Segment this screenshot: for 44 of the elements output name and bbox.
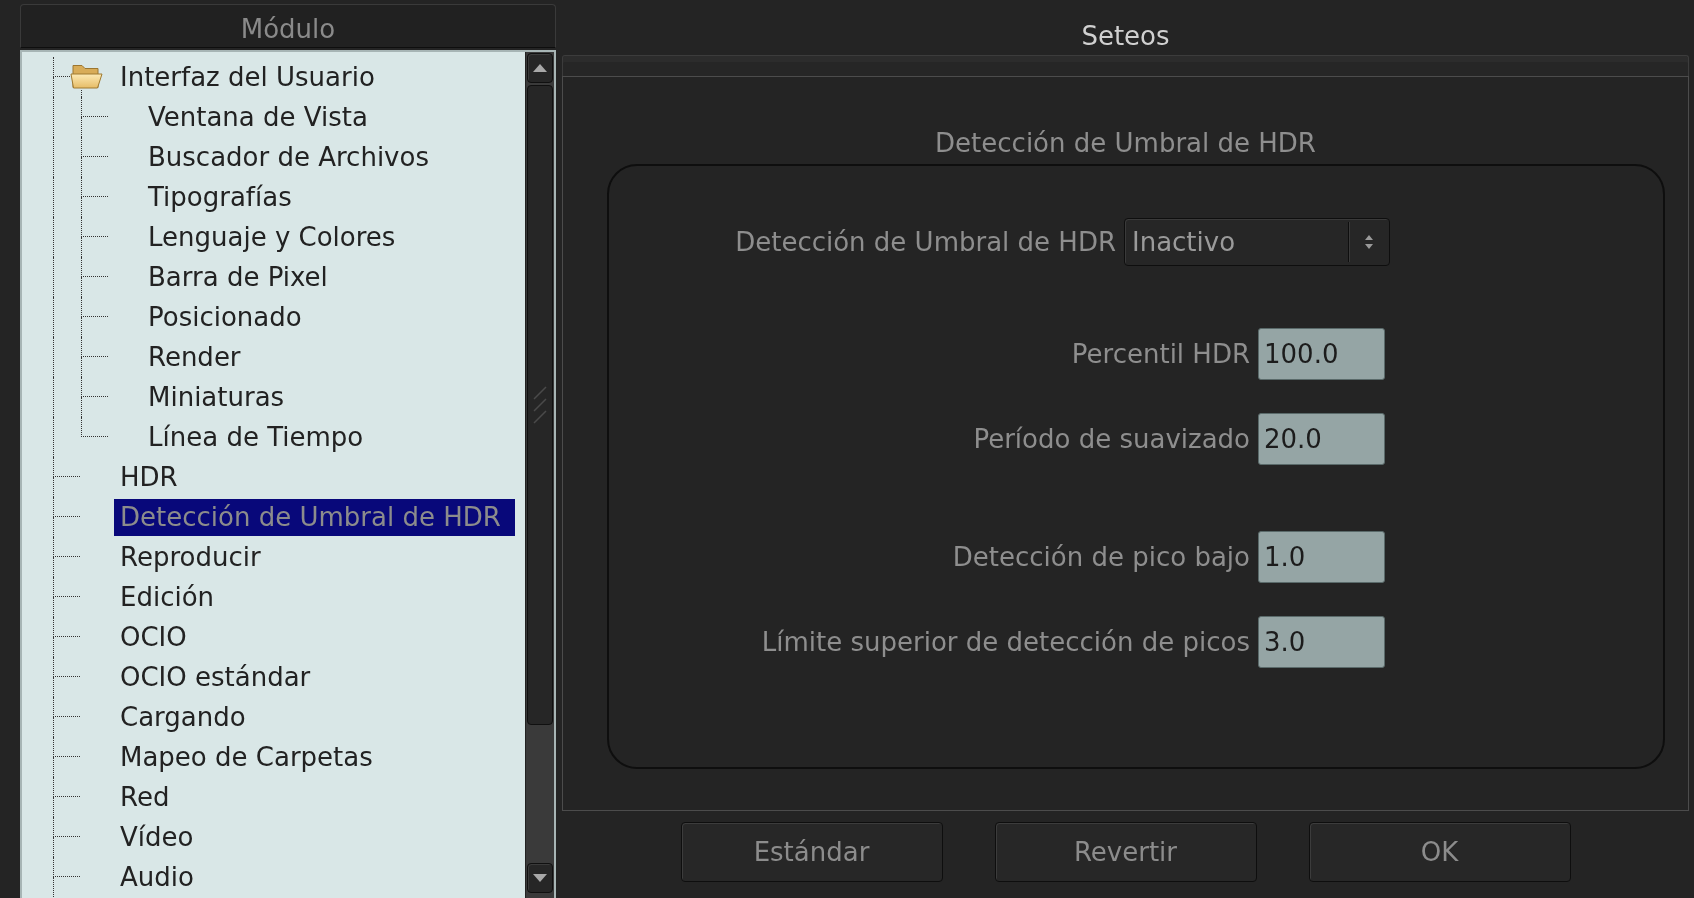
panel-header: Módulo — [20, 4, 556, 48]
scroll-up-button[interactable] — [527, 53, 553, 83]
tree-item[interactable]: Posicionado — [142, 298, 316, 336]
group-title: Detección de Umbral de HDR — [935, 127, 1316, 159]
dropdown[interactable]: Inactivo — [1124, 218, 1390, 266]
number-field[interactable]: 20.0 — [1258, 413, 1385, 465]
tree-item[interactable]: Audio — [114, 858, 208, 896]
number-field[interactable]: 100.0 — [1258, 328, 1385, 380]
tree-item[interactable]: Vídeo — [114, 818, 208, 856]
scroll-down-button[interactable] — [527, 863, 553, 893]
tree-item[interactable]: Red — [114, 778, 184, 816]
tree-item[interactable]: Línea de Tiempo — [142, 418, 378, 456]
tree-item[interactable]: Barra de Pixel — [142, 258, 342, 296]
tree-item[interactable]: Lenguaje y Colores — [142, 218, 410, 256]
tree-item[interactable]: Interfaz del Usuario — [114, 58, 389, 96]
tree-item[interactable]: OCIO — [114, 618, 201, 656]
scrollbar-thumb[interactable] — [527, 85, 553, 725]
field-label: Período de suavizado — [973, 424, 1250, 454]
number-field[interactable]: 3.0 — [1258, 616, 1385, 668]
tree-item[interactable]: Edición — [114, 578, 229, 616]
dialog-button[interactable]: OK — [1308, 822, 1571, 882]
number-field[interactable]: 1.0 — [1258, 531, 1385, 583]
tree-item[interactable]: Reproducir — [114, 538, 275, 576]
tree-item[interactable]: Render — [142, 338, 255, 376]
field-label: Percentil HDR — [1071, 339, 1250, 369]
grip-icon — [533, 386, 547, 424]
panel-title: Seteos — [1081, 20, 1170, 52]
up-triangle-icon — [533, 64, 547, 72]
tree-item[interactable]: Mapeo de Carpetas — [114, 738, 387, 776]
scrollbar-track[interactable] — [525, 52, 554, 898]
field-label: Detección de Umbral de HDR — [735, 227, 1116, 257]
tree-item[interactable]: Buscador de Archivos — [142, 138, 443, 176]
dialog-button[interactable]: Revertir — [994, 822, 1257, 882]
field-label: Detección de pico bajo — [952, 542, 1250, 572]
field-label: Límite superior de detección de picos — [761, 627, 1250, 657]
tree-item[interactable]: Detección de Umbral de HDR — [114, 498, 515, 536]
tree-item[interactable]: OCIO estándar — [114, 658, 325, 696]
tree-item[interactable]: Ventana de Vista — [142, 98, 382, 136]
tree-item[interactable]: Cargando — [114, 698, 260, 736]
down-triangle-icon — [533, 874, 547, 882]
tree-item[interactable]: HDR — [114, 458, 192, 496]
dialog-button[interactable]: Estándar — [680, 822, 943, 882]
tree-item[interactable]: Miniaturas — [142, 378, 299, 416]
tree-item[interactable]: Tipografías — [142, 178, 306, 216]
